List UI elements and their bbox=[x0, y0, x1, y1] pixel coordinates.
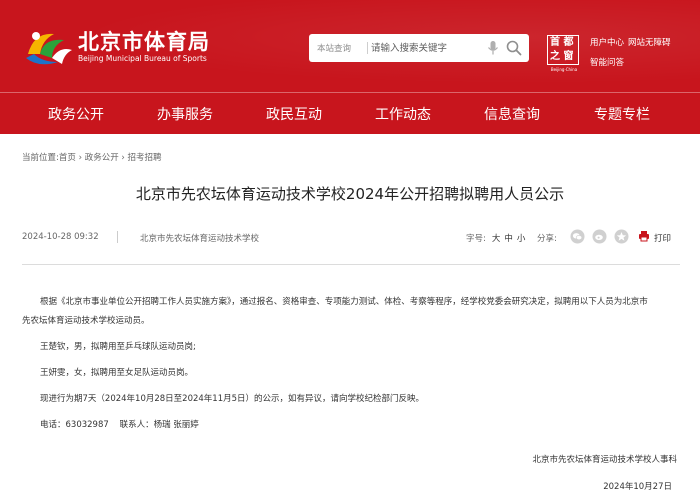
capital-logo-sub: Beijing·China bbox=[550, 67, 578, 72]
paragraph-candidate-1: 王楚钦，男，拟聘用至乒乓球队运动员岗; bbox=[40, 342, 196, 352]
breadcrumb-separator: › bbox=[121, 153, 125, 163]
article-source: 北京市先农坛体育运动技术学校 bbox=[140, 234, 260, 244]
search-input[interactable] bbox=[369, 39, 487, 57]
paragraph-candidate-2: 王妍雯，女，拟聘用至女足队运动员岗。 bbox=[40, 368, 194, 378]
nav-item-interaction[interactable]: 政民互动 bbox=[266, 104, 322, 124]
nav-item-services[interactable]: 办事服务 bbox=[157, 104, 213, 124]
capital-logo-text-2: 之 窗 bbox=[550, 51, 574, 62]
site-header: 北京市体育局 Beijing Municipal Bureau of Sport… bbox=[0, 0, 700, 92]
share-label: 分享: bbox=[537, 234, 557, 244]
weibo-icon[interactable] bbox=[592, 229, 607, 244]
breadcrumb-recruitment[interactable]: 招考招聘 bbox=[128, 153, 162, 163]
accessibility-link[interactable]: 网站无障碍 bbox=[628, 36, 671, 48]
nav-item-work-news[interactable]: 工作动态 bbox=[375, 104, 431, 124]
wechat-icon[interactable] bbox=[570, 229, 585, 244]
breadcrumb-home[interactable]: 首页 bbox=[59, 153, 76, 163]
font-size-small-button[interactable]: 小 bbox=[517, 234, 526, 244]
capital-window-logo[interactable]: 首 都 之 窗 Beijing·China bbox=[547, 35, 579, 72]
font-size-large-button[interactable]: 大 bbox=[492, 234, 501, 244]
breadcrumb-separator: › bbox=[78, 153, 82, 163]
breadcrumb-government-affairs[interactable]: 政务公开 bbox=[85, 153, 119, 163]
font-size-label: 字号: bbox=[466, 234, 486, 244]
nav-item-info-query[interactable]: 信息查询 bbox=[484, 104, 540, 124]
user-center-link[interactable]: 用户中心 bbox=[590, 36, 624, 48]
article-title: 北京市先农坛体育运动技术学校2024年公开招聘拟聘用人员公示 bbox=[135, 185, 565, 203]
nav-item-special-topics[interactable]: 专题专栏 bbox=[594, 104, 650, 124]
sign-date: 2024年10月27日 bbox=[603, 482, 672, 492]
site-name-en: Beijing Municipal Bureau of Sports bbox=[78, 54, 207, 63]
site-name[interactable]: 北京市体育局 bbox=[78, 26, 210, 56]
breadcrumb-label: 当前位置: bbox=[22, 153, 59, 163]
font-size-control: 字号: 大中小 bbox=[466, 232, 525, 244]
publish-date: 2024-10-28 09:32 bbox=[22, 232, 99, 242]
smart-qa-link[interactable]: 智能问答 bbox=[590, 56, 624, 68]
paragraph-intro-line-2: 先农坛体育运动技术学校运动员。 bbox=[22, 316, 150, 326]
search-icon[interactable] bbox=[505, 39, 523, 57]
search-scope-label[interactable]: 本站查询 bbox=[317, 42, 351, 54]
capital-logo-text-1: 首 都 bbox=[550, 37, 574, 48]
paragraph-contact: 电话：63032987 联系人：杨瑞 张丽婷 bbox=[40, 420, 199, 430]
meta-divider bbox=[117, 231, 118, 243]
printer-icon[interactable] bbox=[638, 230, 650, 242]
nav-item-government-affairs[interactable]: 政务公开 bbox=[48, 104, 104, 124]
main-nav: 政务公开 办事服务 政民互动 工作动态 信息查询 专题专栏 bbox=[0, 92, 700, 134]
breadcrumb: 当前位置:首页 › 政务公开 › 招考招聘 bbox=[22, 151, 162, 163]
font-size-medium-button[interactable]: 中 bbox=[504, 234, 513, 244]
content-divider bbox=[22, 264, 680, 265]
print-button[interactable]: 打印 bbox=[654, 232, 671, 244]
search-box: 本站查询 bbox=[309, 34, 529, 62]
search-divider bbox=[367, 42, 368, 54]
paragraph-notice: 现进行为期7天（2024年10月28日至2024年11月5日）的公示，如有异议，… bbox=[40, 394, 425, 404]
qzone-icon[interactable] bbox=[614, 229, 629, 244]
microphone-icon[interactable] bbox=[487, 40, 499, 56]
sports-bureau-logo-icon[interactable] bbox=[24, 24, 74, 68]
signature: 北京市先农坛体育运动技术学校人事科 bbox=[532, 455, 677, 465]
paragraph-intro-line-1: 根据《北京市事业单位公开招聘工作人员实施方案》，通过报名、资格审查、专项能力测试… bbox=[40, 297, 648, 307]
